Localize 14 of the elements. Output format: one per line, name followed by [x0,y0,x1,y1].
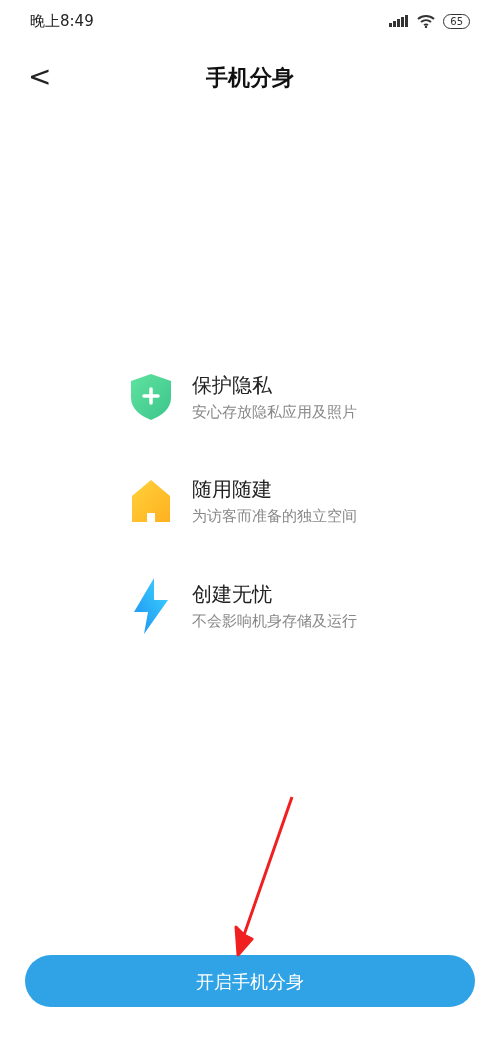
feature-title: 创建无忧 [192,581,273,608]
feature-description: 为访客而准备的独立空间 [192,506,357,527]
lightning-icon [134,578,168,634]
back-button[interactable]: < [28,63,52,91]
shield-plus-icon [131,374,171,420]
feature-description: 安心存放隐私应用及照片 [192,402,357,423]
status-time: 晚上8:49 [30,10,94,32]
wifi-icon [417,14,436,28]
page-title: 手机分身 [206,63,294,92]
house-icon [132,480,170,522]
feature-title: 随用随建 [192,476,273,503]
feature-description: 不会影响机身存储及运行 [192,611,357,632]
signal-icon [389,15,410,27]
feature-title: 保护隐私 [192,372,273,399]
